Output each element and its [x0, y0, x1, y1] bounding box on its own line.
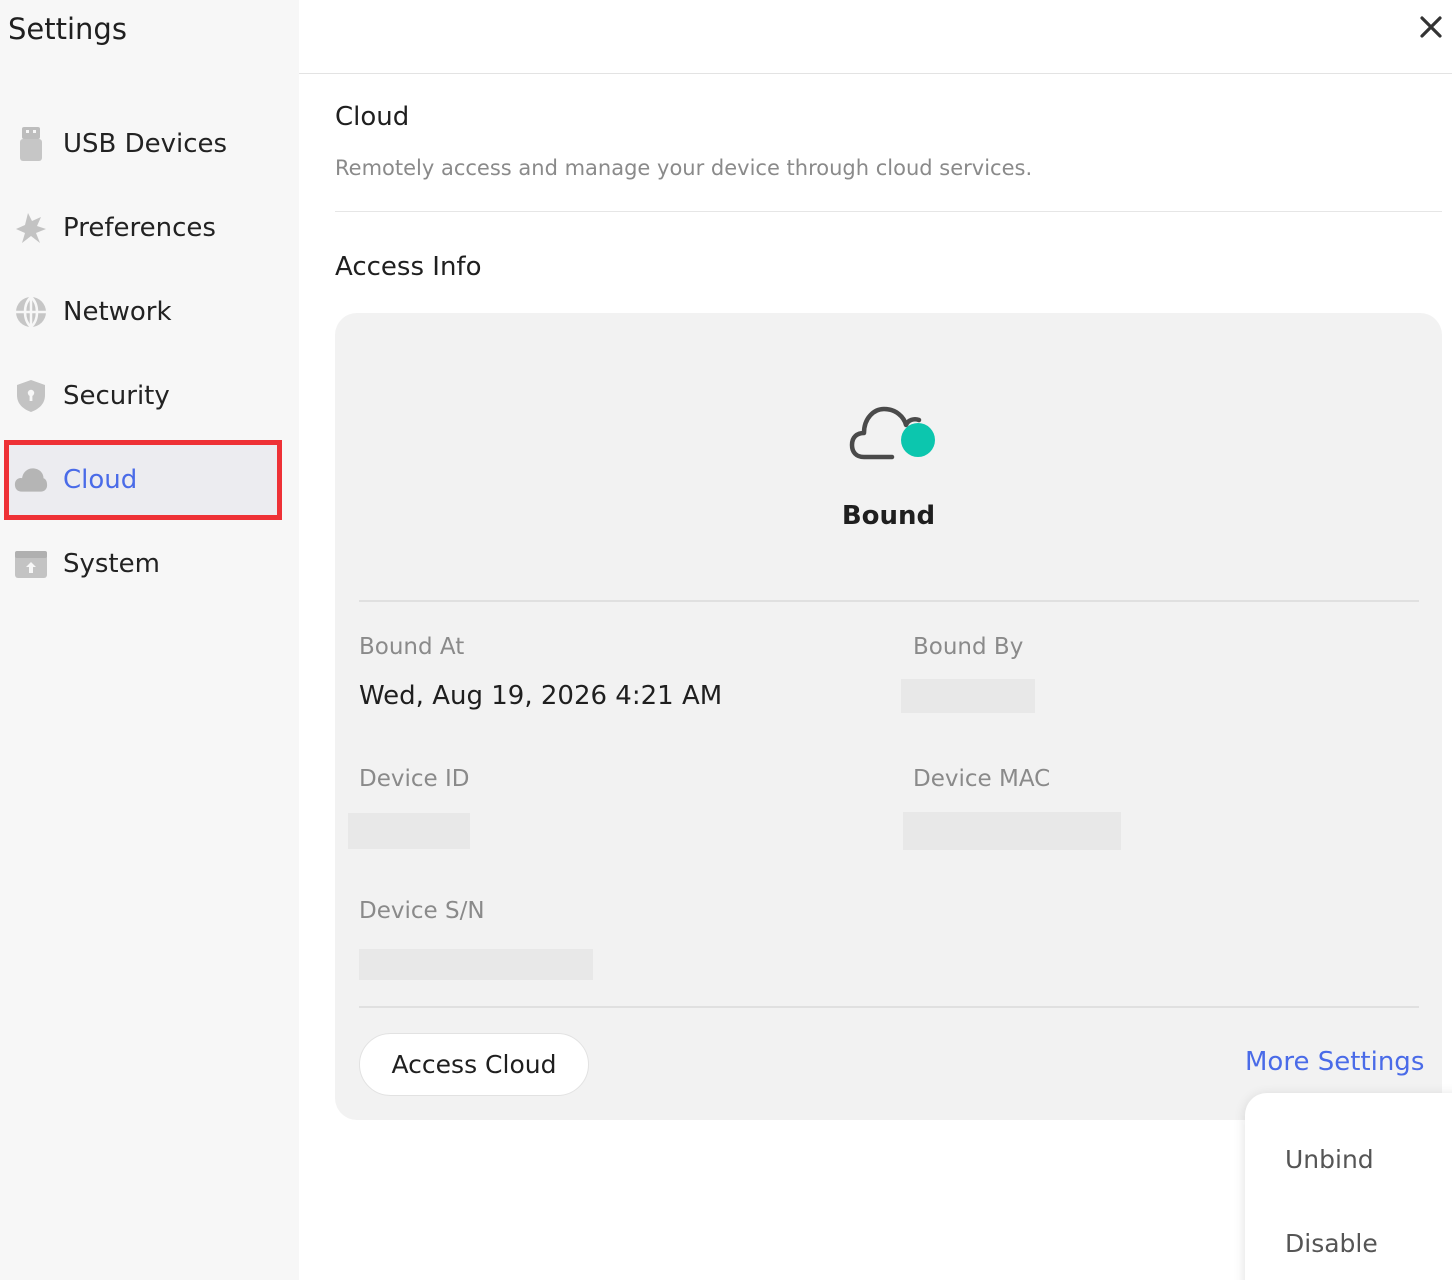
bound-by-label: Bound By — [913, 634, 1024, 660]
unbind-menu-item[interactable]: Unbind — [1285, 1145, 1374, 1174]
sidebar-item-label: System — [63, 549, 160, 579]
usb-icon — [14, 127, 48, 161]
app-title: Settings — [8, 12, 127, 46]
bound-at-label: Bound At — [359, 634, 465, 660]
device-id-label: Device ID — [359, 766, 470, 792]
header-divider — [299, 73, 1452, 74]
close-button[interactable] — [1414, 12, 1448, 46]
access-info-card: Bound Bound At Wed, Aug 19, 2026 4:21 AM… — [335, 313, 1442, 1120]
sidebar-item-label: USB Devices — [63, 129, 228, 159]
globe-icon — [14, 295, 48, 329]
page-title: Cloud — [335, 102, 410, 132]
device-mac-value-redacted — [903, 812, 1121, 850]
cloud-bound-icon — [848, 385, 938, 465]
more-settings-dropdown: Unbind Disable — [1245, 1093, 1452, 1280]
sidebar-item-system[interactable]: System — [8, 528, 278, 600]
access-info-heading: Access Info — [335, 252, 482, 282]
device-mac-label: Device MAC — [913, 766, 1051, 792]
sidebar-item-label: Cloud — [63, 465, 138, 495]
sidebar-item-network[interactable]: Network — [8, 276, 278, 348]
close-icon — [1420, 16, 1442, 42]
sidebar-item-label: Network — [63, 297, 172, 327]
bound-at-value: Wed, Aug 19, 2026 4:21 AM — [359, 681, 723, 711]
page-description: Remotely access and manage your device t… — [335, 156, 1033, 180]
sidebar-item-cloud[interactable]: Cloud — [4, 440, 282, 520]
device-sn-label: Device S/N — [359, 898, 485, 924]
access-cloud-button[interactable]: Access Cloud — [359, 1033, 589, 1096]
device-sn-value-redacted — [359, 949, 593, 980]
sidebar-item-preferences[interactable]: Preferences — [8, 192, 278, 264]
sidebar-item-label: Preferences — [63, 213, 216, 243]
device-id-value-redacted — [348, 813, 470, 849]
section-divider — [335, 211, 1442, 212]
sidebar-item-label: Security — [63, 381, 170, 411]
preferences-icon — [14, 211, 48, 245]
disable-menu-item[interactable]: Disable — [1285, 1229, 1378, 1258]
sidebar: Settings USB Devices Preferences Network… — [0, 0, 299, 1280]
more-settings-link[interactable]: More Settings — [1245, 1047, 1424, 1077]
bound-status: Bound — [841, 501, 936, 531]
card-divider — [359, 600, 1419, 602]
sidebar-item-usb-devices[interactable]: USB Devices — [8, 108, 278, 180]
card-divider — [359, 1006, 1419, 1008]
bound-by-value-redacted — [901, 679, 1035, 713]
system-icon — [14, 547, 48, 581]
cloud-icon — [14, 463, 48, 497]
shield-icon — [14, 379, 48, 413]
sidebar-item-security[interactable]: Security — [8, 360, 278, 432]
